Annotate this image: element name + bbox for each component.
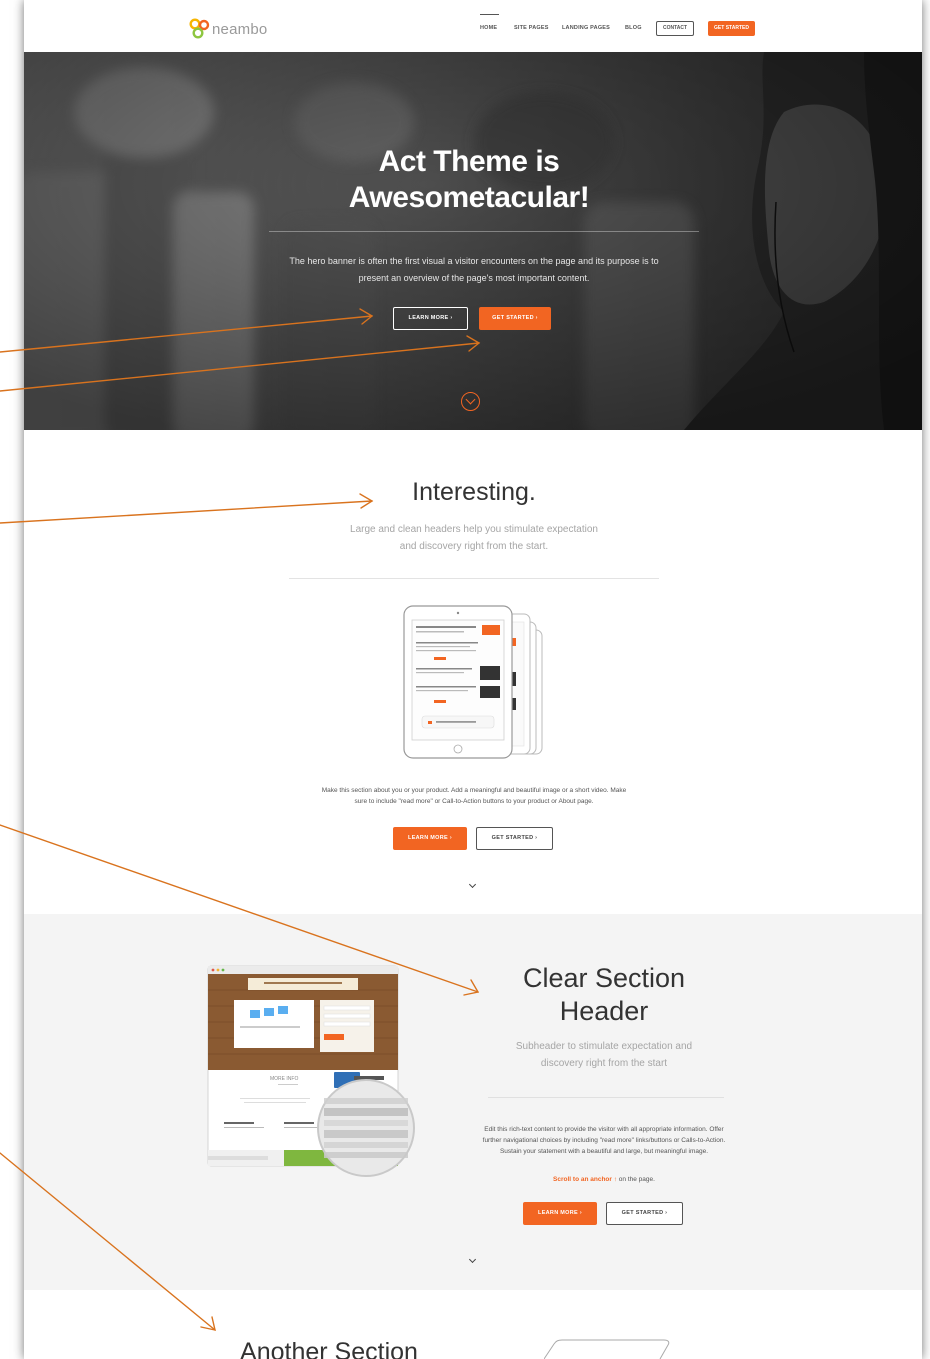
screenshot-more-info-text: MORE INFO [270,1076,298,1082]
logo-text: neambo [212,21,268,38]
chevron-down-icon[interactable] [468,880,477,889]
section-clear-get-started-button[interactable]: GET STARTED › [606,1202,683,1225]
scroll-down-icon[interactable] [461,392,480,411]
section-interesting-body: Make this section about you or your prod… [254,785,694,807]
section-interesting-subtitle-line-1: Large and clean headers help you stimula… [350,524,598,535]
tablet-mockup-image [403,605,543,759]
section-interesting-subtitle: Large and clean headers help you stimula… [274,521,674,555]
hero-divider [269,231,699,232]
section-clear-title-line-1: Clear Section [522,963,686,993]
hero-learn-more-button[interactable]: LEARN MORE › [393,307,468,330]
section-interesting-subtitle-line-2: and discovery right from the start. [399,541,549,552]
tablet-front [403,605,513,759]
section-clear-body-line-3: Sustain your statement with a beautiful … [499,1148,709,1155]
website-mockup: neambo HOME SITE PAGES LANDING PAGES BLO… [24,0,922,1359]
section-interesting: Interesting. Large and clean headers hel… [24,430,922,914]
section-interesting-divider [289,578,659,579]
section-clear-header: MORE INFO Clear Section Header Subheader… [24,914,922,1290]
nav-link-home[interactable]: HOME [480,25,497,31]
nav-active-indicator [480,14,499,15]
hero-banner: Act Theme is Awesometacular! The hero ba… [24,52,922,430]
section-clear-subtitle-line-2: discovery right from the start [540,1058,668,1069]
hero-title-line-2: Awesometacular! [348,181,590,214]
browser-screenshot-image: MORE INFO [207,965,415,1177]
section-clear-subtitle-line-1: Subheader to stimulate expectation and [515,1041,693,1052]
section-interesting-title: Interesting. [412,478,536,506]
section-clear-body: Edit this rich-text content to provide t… [444,1124,764,1157]
section-another-title: Another Section [240,1338,418,1359]
nav-link-landing-pages[interactable]: LANDING PAGES [562,25,610,31]
scroll-to-anchor-link[interactable]: Scroll to an anchor ↑ [553,1176,617,1183]
section-clear-learn-more-button[interactable]: LEARN MORE › [523,1202,597,1225]
nav-get-started-button[interactable]: GET STARTED [708,21,755,36]
section-interesting-body-line-2: sure to include "read more" or Call-to-A… [354,798,594,805]
section-interesting-body-line-1: Make this section about you or your prod… [321,787,627,794]
hero-description: The hero banner is often the first visua… [249,253,699,287]
nav-contact-button[interactable]: CONTACT [656,21,694,36]
section-clear-title: Clear Section Header [474,962,734,1028]
anchor-suffix-text: on the page. [616,1176,655,1183]
section-clear-subtitle: Subheader to stimulate expectation and d… [474,1038,734,1072]
section-interesting-learn-more-button[interactable]: LEARN MORE › [393,827,467,850]
hero-title-line-1: Act Theme is [378,145,560,178]
hero-description-line-2: present an overview of the page's most i… [358,273,590,283]
section-interesting-get-started-button[interactable]: GET STARTED › [476,827,553,850]
device-mockup-partial-image [544,1339,670,1359]
top-navigation: neambo HOME SITE PAGES LANDING PAGES BLO… [24,0,922,52]
nav-link-blog[interactable]: BLOG [625,25,642,31]
section-another: Another Section [24,1290,922,1359]
hero-title: Act Theme is Awesometacular! [224,144,714,216]
section-clear-body-line-2: further navigational choices by includin… [482,1137,726,1144]
section-clear-body-line-1: Edit this rich-text content to provide t… [484,1126,724,1133]
nav-link-site-pages[interactable]: SITE PAGES [514,25,549,31]
section-clear-title-line-2: Header [559,996,649,1026]
hero-description-line-1: The hero banner is often the first visua… [289,256,659,266]
hero-background-photo [24,52,922,430]
section-clear-anchor-line: Scroll to an anchor ↑ on the page. [444,1174,764,1185]
chevron-down-icon[interactable] [468,1255,477,1264]
hero-get-started-button[interactable]: GET STARTED › [479,307,551,330]
logo-circles-icon [189,18,210,39]
section-clear-divider [488,1097,724,1098]
